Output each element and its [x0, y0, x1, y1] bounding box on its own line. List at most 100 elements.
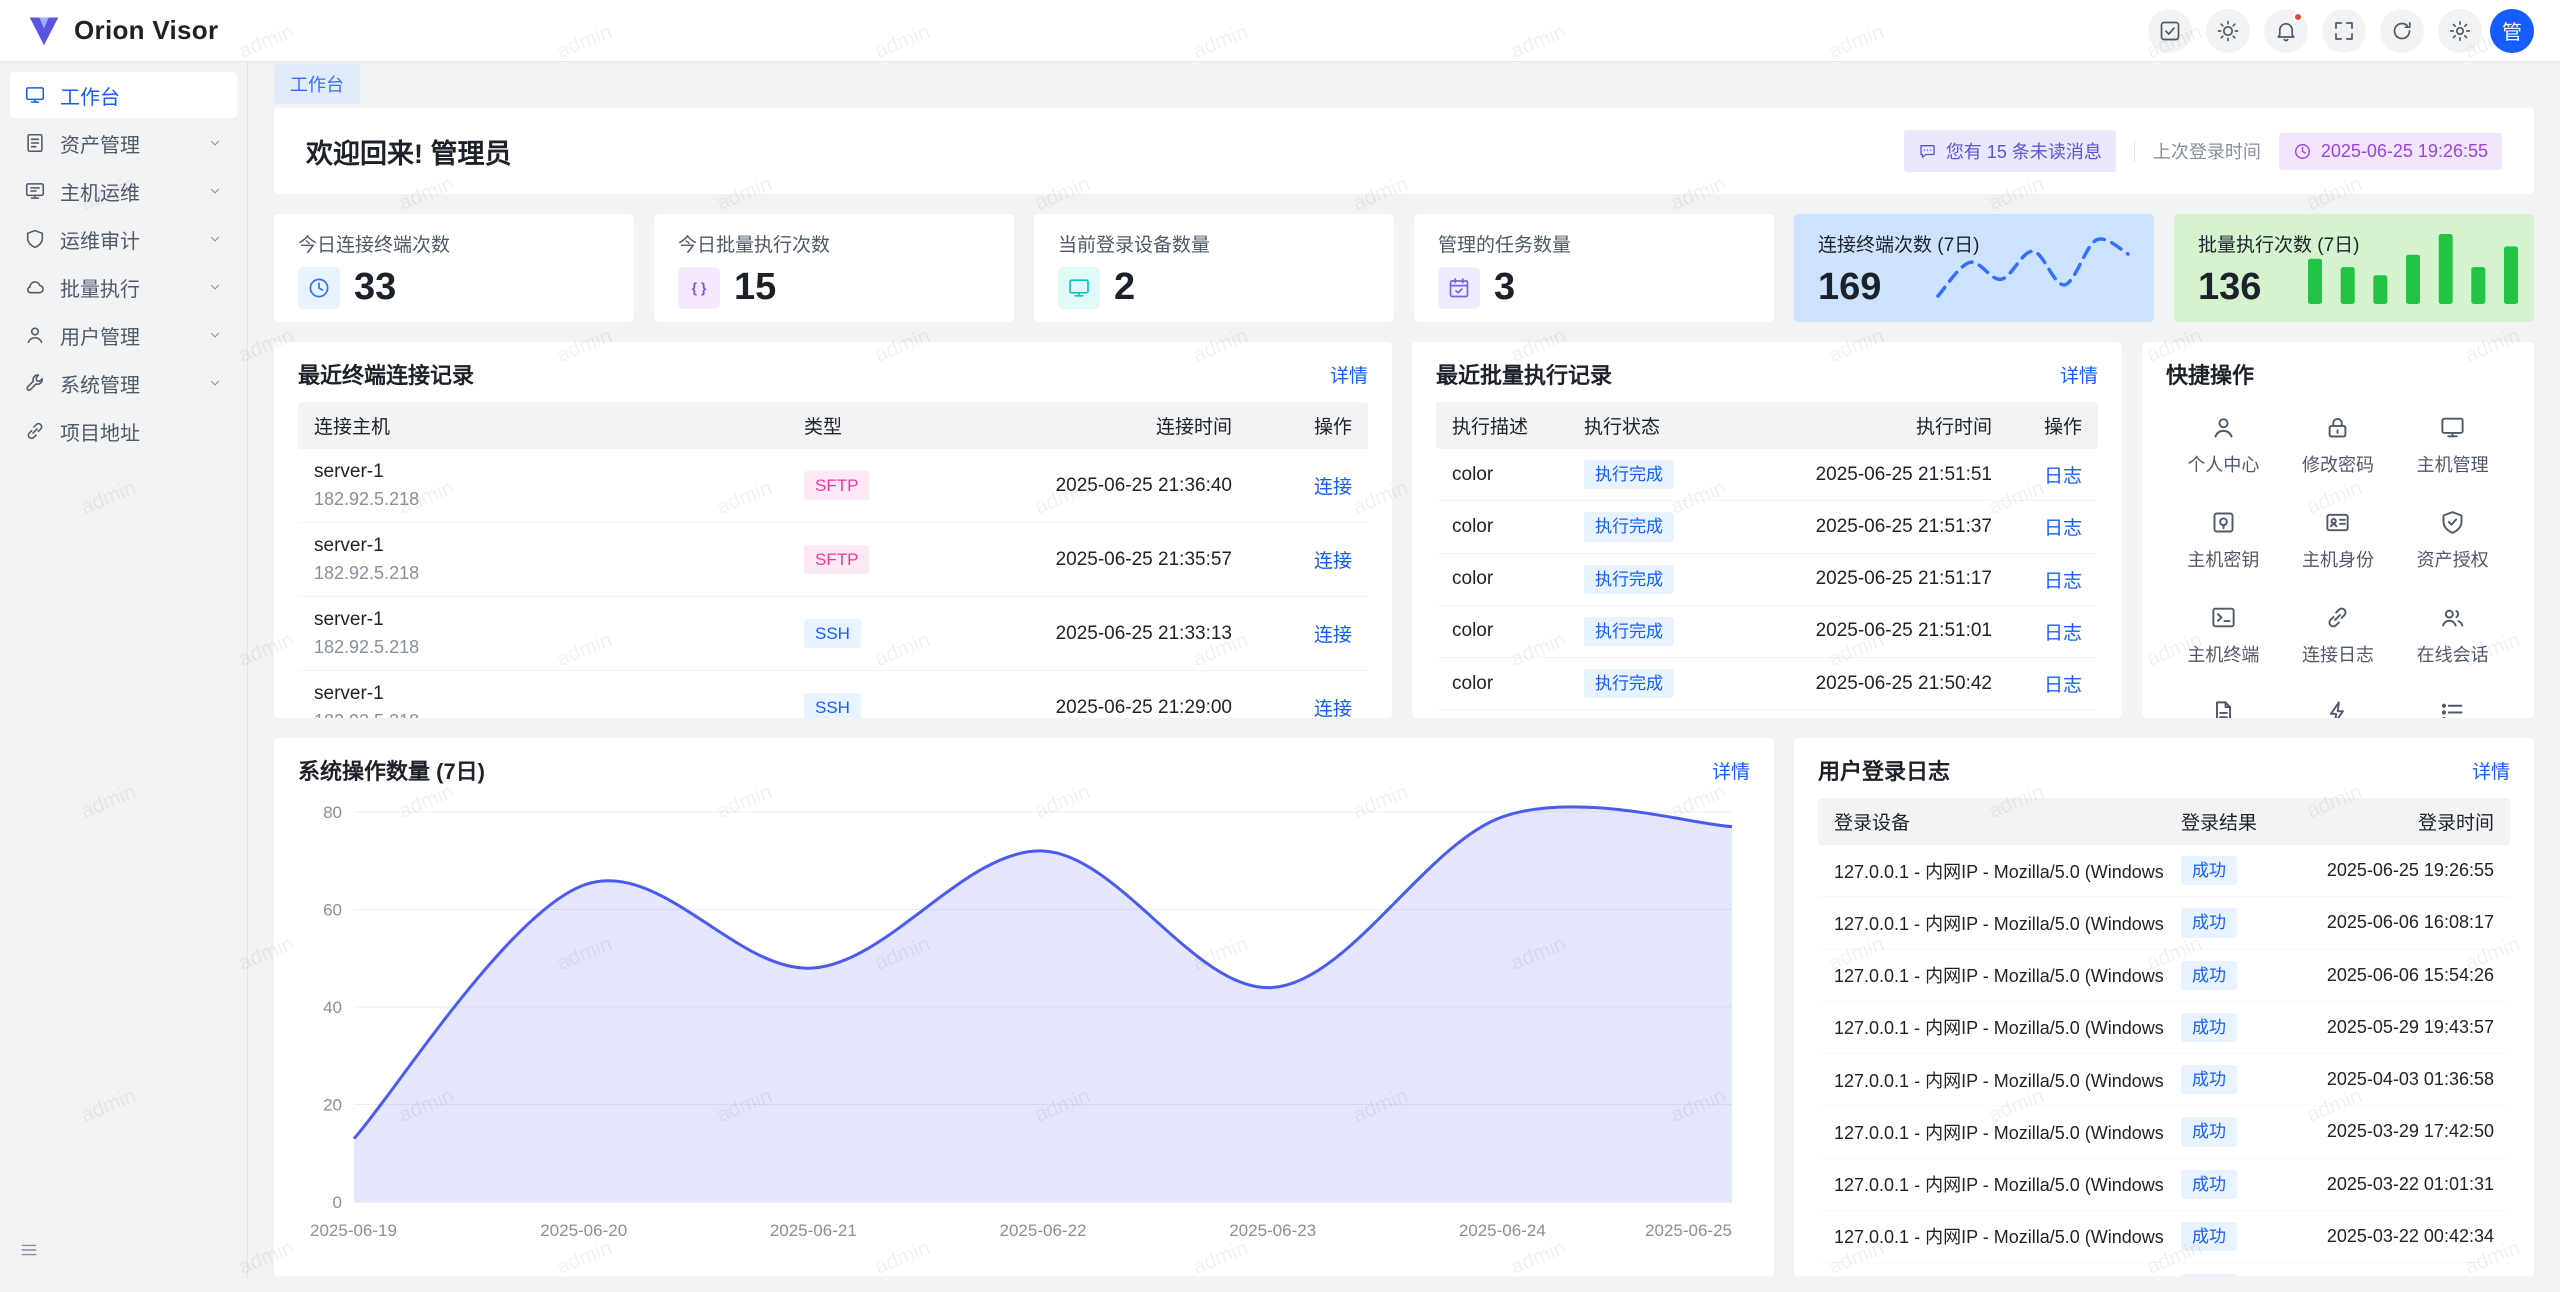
result-tag: 成功	[2181, 1065, 2237, 1094]
terminal-connections-more-link[interactable]: 详情	[1330, 361, 1368, 388]
sidebar-item-system-management[interactable]: 系统管理	[10, 360, 237, 406]
log-link[interactable]: 日志	[2044, 571, 2082, 592]
connect-link[interactable]: 连接	[1314, 477, 1352, 498]
time-cell: 2025-06-25 21:29:00	[938, 671, 1248, 718]
svg-text:2025-06-22: 2025-06-22	[1000, 1221, 1087, 1240]
time-cell: 2025-06-25 19:26:55	[2295, 845, 2510, 897]
refresh-button[interactable]	[2380, 9, 2424, 53]
batch-executions-more-link[interactable]: 详情	[2060, 361, 2098, 388]
user-icon	[2210, 414, 2237, 441]
stat-card-today-batch-executions: 今日批量执行次数{ }15	[654, 214, 1014, 322]
log-link[interactable]: 日志	[2044, 466, 2082, 487]
quick-action-host-management[interactable]: 主机管理	[2395, 414, 2510, 477]
quick-action-host-terminal[interactable]: 主机终端	[2166, 604, 2281, 667]
lock-icon	[2324, 414, 2351, 441]
batch-execution-row: color执行完成2025-06-25 21:51:01日志	[1436, 605, 2098, 657]
settings-button[interactable]	[2438, 9, 2482, 53]
quick-action-change-password[interactable]: 修改密码	[2281, 414, 2396, 477]
action-cell: 连接	[1248, 449, 1368, 523]
result-tag: 成功	[2181, 908, 2237, 937]
quick-action-connection-logs[interactable]: 连接日志	[2281, 604, 2396, 667]
chevron-down-icon	[207, 375, 223, 391]
quick-action-file-operation-logs[interactable]: 文件操作日志	[2166, 699, 2281, 718]
column-header: 执行描述	[1436, 402, 1568, 449]
table-header-row: 执行描述执行状态执行时间操作	[1436, 402, 2098, 449]
status-tag: 执行完成	[1584, 669, 1674, 698]
status-tag: 执行完成	[1584, 512, 1674, 541]
quick-action-online-sessions[interactable]: 在线会话	[2395, 604, 2510, 667]
batch-execution-row: color执行完成2025-06-25 21:51:37日志	[1436, 501, 2098, 553]
quick-action-execution-logs[interactable]: 执行日志	[2395, 699, 2510, 718]
wrench-icon	[24, 372, 46, 394]
quick-action-host-keys[interactable]: 主机密钥	[2166, 509, 2281, 572]
login-logs-more-link[interactable]: 详情	[2472, 757, 2510, 784]
stat-value: 2	[1114, 266, 1135, 309]
type-cell: SFTP	[788, 523, 938, 597]
collapse-sidebar-button[interactable]	[14, 1235, 44, 1265]
quick-action-label: 个人中心	[2187, 451, 2259, 477]
svg-text:2025-06-19: 2025-06-19	[310, 1221, 397, 1240]
stat-value: 15	[734, 266, 776, 309]
collapse-menu-icon	[19, 1240, 39, 1260]
fullscreen-button[interactable]	[2322, 9, 2366, 53]
action-cell: 连接	[1248, 671, 1368, 718]
sidebar-item-host-operations[interactable]: 主机运维	[10, 168, 237, 214]
batch-execution-row: color执行完成2025-06-25 21:51:17日志	[1436, 553, 2098, 605]
log-link[interactable]: 日志	[2044, 518, 2082, 539]
unread-messages-text: 您有 15 条未读消息	[1946, 138, 2102, 164]
log-link[interactable]: 日志	[2044, 623, 2082, 644]
device-cell: 127.0.0.1 - 内网IP - Mozilla/5.0 (Windows …	[1818, 1158, 2165, 1210]
login-logs-title: 用户登录日志	[1818, 754, 1950, 786]
sidebar-item-project-link[interactable]: 项目地址	[10, 408, 237, 454]
quick-action-command-execution[interactable]: 命令执行	[2281, 699, 2396, 718]
calendar-check-icon	[1438, 267, 1480, 309]
last-login-time-text: 2025-06-25 19:26:55	[2321, 141, 2488, 162]
theme-toggle-button[interactable]	[2206, 9, 2250, 53]
login-log-row: 127.0.0.1 - 内网IP - Mozilla/5.0 (Windows …	[1818, 949, 2510, 1001]
sidebar-item-batch-execution[interactable]: 批量执行	[10, 264, 237, 310]
quick-action-label: 资产授权	[2417, 546, 2489, 572]
quick-action-personal-center[interactable]: 个人中心	[2166, 414, 2281, 477]
quick-action-host-identities[interactable]: 主机身份	[2281, 509, 2396, 572]
app-logo[interactable]: Orion Visor	[26, 13, 218, 49]
login-log-row: 127.0.0.1 - 内网IP - Mozilla/5.0 (Windows …	[1818, 1263, 2510, 1277]
protocol-tag: SSH	[804, 693, 861, 718]
sidebar-item-workbench[interactable]: 工作台	[10, 72, 237, 118]
app-header: Orion Visor 管	[0, 0, 2560, 62]
stat-label: 管理的任务数量	[1438, 230, 1750, 257]
clock-icon	[298, 267, 340, 309]
login-log-row: 127.0.0.1 - 内网IP - Mozilla/5.0 (Windows …	[1818, 1210, 2510, 1262]
quick-action-label: 连接日志	[2302, 641, 2374, 667]
unread-messages-badge[interactable]: 您有 15 条未读消息	[1904, 130, 2116, 172]
quick-actions-title: 快捷操作	[2166, 358, 2254, 390]
sidebar-item-label: 批量执行	[60, 273, 193, 302]
protocol-tag: SFTP	[804, 471, 869, 500]
host-cell: server-1182.92.5.218	[298, 449, 788, 523]
connect-link[interactable]: 连接	[1314, 699, 1352, 718]
log-link[interactable]: 日志	[2044, 675, 2082, 696]
system-ops-more-link[interactable]: 详情	[1712, 757, 1750, 784]
login-log-row: 127.0.0.1 - 内网IP - Mozilla/5.0 (Windows …	[1818, 1106, 2510, 1158]
quick-action-asset-authorization[interactable]: 资产授权	[2395, 509, 2510, 572]
apps-check-button[interactable]	[2148, 9, 2192, 53]
time-cell: 2025-05-29 19:43:57	[2295, 1001, 2510, 1053]
sidebar-item-user-management[interactable]: 用户管理	[10, 312, 237, 358]
sidebar-item-operations-audit[interactable]: 运维审计	[10, 216, 237, 262]
result-cell: 成功	[2165, 1210, 2295, 1262]
sidebar-item-asset-management[interactable]: 资产管理	[10, 120, 237, 166]
action-cell: 连接	[1248, 523, 1368, 597]
sidebar-item-label: 工作台	[60, 81, 223, 110]
svg-text:2025-06-25: 2025-06-25	[1645, 1221, 1732, 1240]
desc-cell: color	[1436, 553, 1568, 605]
workbench-icon	[24, 84, 46, 106]
user-avatar[interactable]: 管	[2490, 9, 2534, 53]
tab-workbench[interactable]: 工作台	[274, 64, 360, 104]
connect-link[interactable]: 连接	[1314, 625, 1352, 646]
notifications-button[interactable]	[2264, 9, 2308, 53]
stat-label: 当前登录设备数量	[1058, 230, 1370, 257]
time-cell: 2025-04-03 01:36:58	[2295, 1054, 2510, 1106]
login-logs-card: 用户登录日志 详情 登录设备登录结果登录时间127.0.0.1 - 内网IP -…	[1794, 738, 2534, 1276]
time-cell: 2025-06-25 21:33:13	[938, 597, 1248, 671]
host-cell: server-1182.92.5.218	[298, 671, 788, 718]
connect-link[interactable]: 连接	[1314, 551, 1352, 572]
